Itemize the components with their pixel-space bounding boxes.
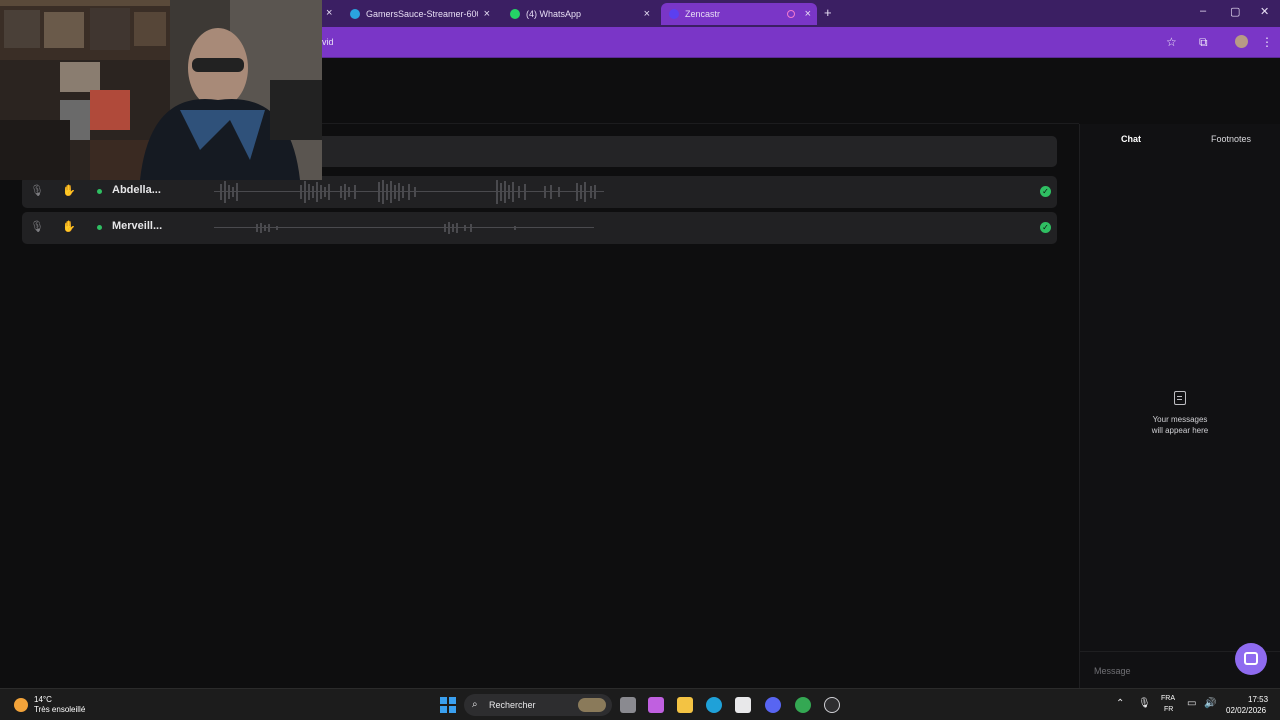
minimize-button[interactable]: – [1200,5,1206,17]
search-icon: ⌕ [472,699,478,710]
close-window-button[interactable]: ✕ [1260,5,1269,18]
tray-overflow-icon[interactable]: ⌃ [1116,698,1124,709]
empty-state-line: Your messages [1152,415,1208,424]
volume-icon[interactable]: 🔊 [1204,698,1216,709]
network-icon[interactable]: ▭ [1187,698,1196,709]
support-chat-button[interactable] [1235,643,1267,675]
microphone-icon[interactable]: 🎙 [30,220,44,234]
edge-icon[interactable] [706,697,722,713]
tab-title: (4) WhatsApp [526,9,582,19]
tab-title: Zencastr [685,9,721,19]
store-icon[interactable] [735,697,751,713]
tab-close-icon[interactable]: × [326,7,332,19]
input-language[interactable]: FRA [1161,695,1175,702]
extensions-icon[interactable]: ⧉ [1199,35,1208,50]
whatsapp-icon [510,9,520,19]
maximize-button[interactable]: ▢ [1230,5,1240,18]
microphone-tray-icon[interactable]: 🎙 [1138,698,1151,709]
chat-panel: Chat Footnotes Your messages will appear… [1079,124,1280,688]
waveform [214,222,594,234]
webcam-overlay [0,0,322,180]
message-input[interactable]: Message [1094,666,1131,676]
hand-icon[interactable]: ✋ [62,220,76,234]
tab-zencastr[interactable]: Zencastr × [661,3,817,25]
recording-icon [787,10,795,18]
empty-state-line: will appear here [1151,426,1209,435]
weather-description[interactable]: Très ensoleillé [34,705,85,714]
clock-time[interactable]: 17:53 [1248,695,1268,704]
track-row: 🎙 ✋ Abdella... ✓ [22,176,1057,208]
weather-sun-icon[interactable] [14,698,28,712]
participant-name: Merveill... [112,220,163,232]
search-label: Rechercher [489,700,536,710]
close-icon[interactable]: × [644,8,650,20]
telegram-icon [350,9,360,19]
microphone-icon[interactable]: 🎙 [30,184,44,198]
close-icon[interactable]: × [805,8,811,20]
chat-bubble-icon [1244,652,1258,665]
file-explorer-icon[interactable] [677,697,693,713]
weather-temperature[interactable]: 14°C [34,695,52,704]
webcam-video [0,0,322,180]
hand-icon[interactable]: ✋ [62,184,76,198]
track-row: 🎙 ✋ Merveill... ✓ [22,212,1057,244]
profile-avatar[interactable] [1235,35,1248,48]
recording-main-area [0,124,1079,688]
tab-title: GamersSauce-Streamer-60006 [366,9,478,19]
waveform [214,180,604,204]
new-tab-button[interactable]: + [824,5,832,20]
live-status-dot [97,225,102,230]
taskbar-search[interactable]: ⌕ Rechercher [464,694,612,716]
bookmark-star-icon[interactable]: ☆ [1166,35,1177,49]
participant-name: Abdella... [112,184,161,196]
tab-whatsapp[interactable]: (4) WhatsApp × [502,3,656,25]
clock-date[interactable]: 02/02/2026 [1226,706,1266,715]
tab-telegram[interactable]: GamersSauce-Streamer-60006 × [342,3,496,25]
messages-empty-icon [1174,391,1186,405]
tab-chat[interactable]: Chat [1121,134,1141,144]
upload-complete-check-icon: ✓ [1040,222,1051,233]
live-status-dot [97,189,102,194]
url-text[interactable]: vid [322,37,334,47]
close-icon[interactable]: × [484,8,490,20]
copilot-icon[interactable] [648,697,664,713]
obs-icon[interactable] [824,697,840,713]
start-button[interactable] [440,697,456,713]
zencastr-icon [669,9,679,19]
menu-dots-icon[interactable]: ⋮ [1261,35,1273,49]
tab-footnotes[interactable]: Footnotes [1211,134,1251,144]
chrome-icon[interactable] [795,697,811,713]
empty-state-text: Your messages will appear here [1120,414,1240,436]
keyboard-layout[interactable]: FR [1164,706,1173,713]
search-highlight-icon [578,698,606,712]
taskbar: 14°C Très ensoleillé ⌕ Rechercher ⌃ 🎙 FR… [0,688,1280,720]
task-view-icon[interactable] [620,697,636,713]
upload-complete-check-icon: ✓ [1040,186,1051,197]
discord-icon[interactable] [765,697,781,713]
